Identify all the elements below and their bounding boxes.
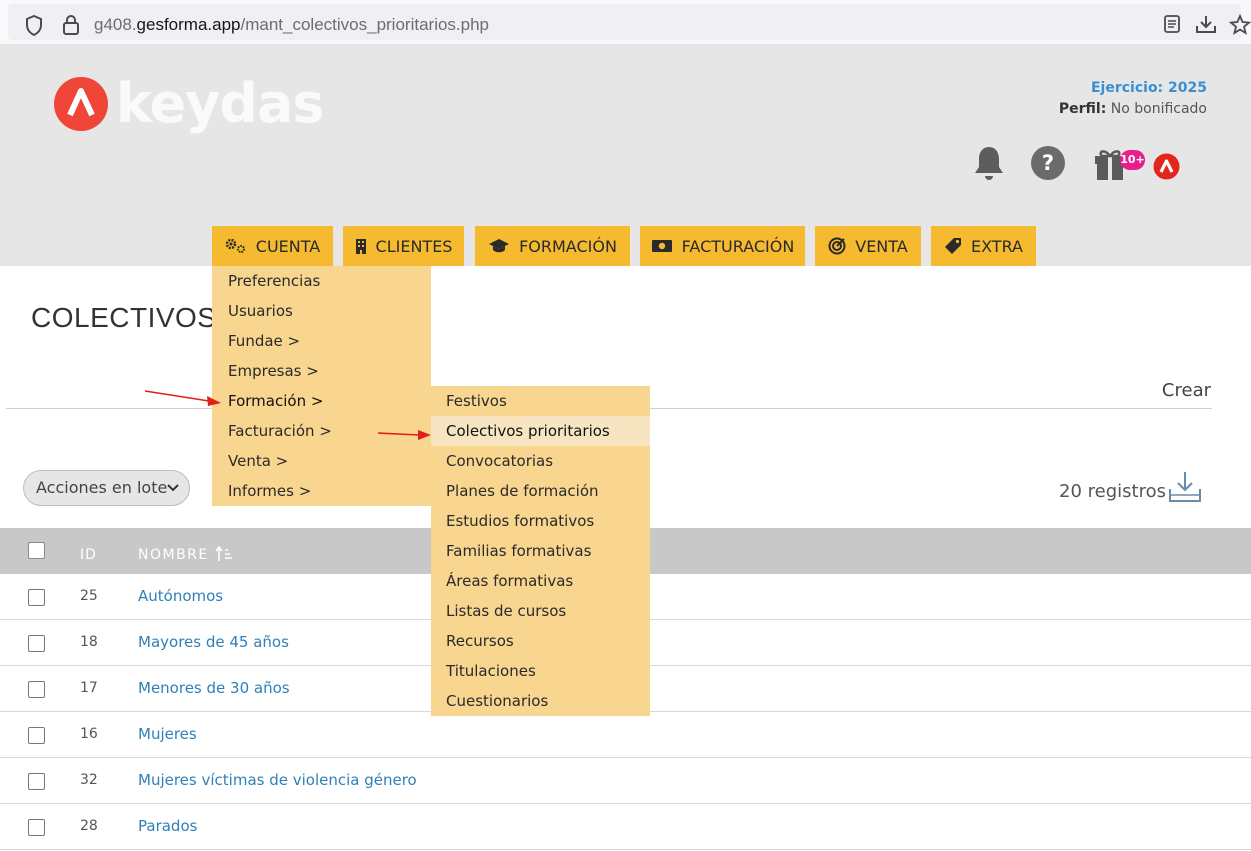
column-id[interactable]: ID	[80, 547, 97, 563]
logo-text: keydas	[116, 72, 325, 135]
row-id: 25	[80, 588, 98, 604]
chevron-down-icon	[167, 484, 179, 492]
table-row: 28 Parados	[0, 804, 1251, 850]
lock-icon[interactable]	[62, 14, 80, 36]
tab-formacion[interactable]: FORMACIÓN	[475, 226, 630, 266]
keydas-logo[interactable]: keydas	[54, 72, 325, 135]
table-row: 32 Mujeres víctimas de violencia género	[0, 758, 1251, 804]
acciones-lote-select[interactable]: Acciones en lote	[23, 470, 190, 506]
menu-item-fundae[interactable]: Fundae >	[212, 326, 431, 356]
submenu-item-festivos[interactable]: Festivos	[431, 386, 650, 416]
submenu-item-colectivos-prioritarios[interactable]: Colectivos prioritarios	[431, 416, 650, 446]
row-name-link[interactable]: Mayores de 45 años	[138, 633, 289, 651]
bookmark-star-icon[interactable]	[1229, 14, 1251, 36]
menu-item-usuarios[interactable]: Usuarios	[212, 296, 431, 326]
row-checkbox[interactable]	[28, 681, 45, 698]
perfil-label: Perfil: No bonificado	[1058, 101, 1207, 117]
row-id: 28	[80, 818, 98, 834]
tag-icon	[945, 238, 961, 254]
row-name-link[interactable]: Menores de 30 años	[138, 679, 290, 697]
cuenta-dropdown-menu: Preferencias Usuarios Fundae > Empresas …	[212, 266, 431, 506]
row-name-link[interactable]: Mujeres	[138, 725, 197, 743]
menu-item-informes[interactable]: Informes >	[212, 476, 431, 506]
submenu-item-familias-formativas[interactable]: Familias formativas	[431, 536, 650, 566]
ejercicio-label[interactable]: Ejercicio: 2025	[1091, 80, 1207, 96]
gift-badge: 10+	[1120, 150, 1145, 170]
menu-item-venta[interactable]: Venta >	[212, 446, 431, 476]
export-download-icon[interactable]	[1168, 471, 1202, 503]
column-nombre[interactable]: NOMBRE	[138, 547, 209, 563]
menu-item-formacion[interactable]: Formación >	[212, 386, 431, 416]
tab-facturacion[interactable]: FACTURACIÓN	[640, 226, 805, 266]
formacion-submenu: Festivos Colectivos prioritarios Convoca…	[431, 386, 650, 716]
row-name-link[interactable]: Mujeres víctimas de violencia género	[138, 771, 417, 789]
menu-item-empresas[interactable]: Empresas >	[212, 356, 431, 386]
tab-extra[interactable]: EXTRA	[931, 226, 1036, 266]
help-icon[interactable]: ?	[1030, 145, 1066, 181]
sort-ascending-icon[interactable]	[215, 546, 233, 562]
shield-icon[interactable]	[25, 15, 43, 36]
table-row: 16 Mujeres	[0, 712, 1251, 758]
crear-button[interactable]: Crear	[1162, 380, 1211, 401]
annotation-arrow-icon	[377, 430, 431, 440]
logo-mark-icon	[54, 77, 108, 131]
submenu-item-cuestionarios[interactable]: Cuestionarios	[431, 686, 650, 716]
tab-venta[interactable]: VENTA	[815, 226, 921, 266]
submenu-item-listas-cursos[interactable]: Listas de cursos	[431, 596, 650, 626]
row-id: 32	[80, 772, 98, 788]
url-text[interactable]: g408.gesforma.app/mant_colectivos_priori…	[94, 15, 489, 35]
bell-icon[interactable]	[972, 145, 1006, 183]
download-icon[interactable]	[1195, 14, 1217, 34]
row-checkbox[interactable]	[28, 589, 45, 606]
row-checkbox[interactable]	[28, 635, 45, 652]
tab-clientes[interactable]: CLIENTES	[343, 226, 464, 266]
row-name-link[interactable]: Parados	[138, 817, 197, 835]
row-id: 16	[80, 726, 98, 742]
row-name-link[interactable]: Autónomos	[138, 587, 223, 605]
user-avatar-icon[interactable]	[1153, 153, 1180, 180]
select-all-checkbox[interactable]	[28, 542, 45, 559]
row-id: 18	[80, 634, 98, 650]
money-bill-icon	[651, 240, 672, 252]
submenu-item-planes-formacion[interactable]: Planes de formación	[431, 476, 650, 506]
graduation-cap-icon	[489, 239, 510, 253]
submenu-item-convocatorias[interactable]: Convocatorias	[431, 446, 650, 476]
target-icon	[828, 237, 846, 255]
gears-icon	[225, 238, 245, 253]
records-count: 20 registros	[1059, 481, 1166, 502]
menu-item-preferencias[interactable]: Preferencias	[212, 266, 431, 296]
row-checkbox[interactable]	[28, 773, 45, 790]
url-bar[interactable]: g408.gesforma.app/mant_colectivos_priori…	[8, 4, 1251, 40]
row-id: 17	[80, 680, 98, 696]
tab-cuenta[interactable]: CUENTA	[212, 226, 333, 266]
row-checkbox[interactable]	[28, 727, 45, 744]
row-checkbox[interactable]	[28, 819, 45, 836]
reader-view-icon[interactable]	[1163, 14, 1181, 34]
submenu-item-recursos[interactable]: Recursos	[431, 626, 650, 656]
svg-text:?: ?	[1042, 151, 1054, 175]
building-icon	[355, 239, 366, 254]
submenu-item-titulaciones[interactable]: Titulaciones	[431, 656, 650, 686]
submenu-item-areas-formativas[interactable]: Áreas formativas	[431, 566, 650, 596]
browser-toolbar: g408.gesforma.app/mant_colectivos_priori…	[0, 0, 1251, 44]
submenu-item-estudios-formativos[interactable]: Estudios formativos	[431, 506, 650, 536]
annotation-arrow-icon	[144, 390, 221, 406]
